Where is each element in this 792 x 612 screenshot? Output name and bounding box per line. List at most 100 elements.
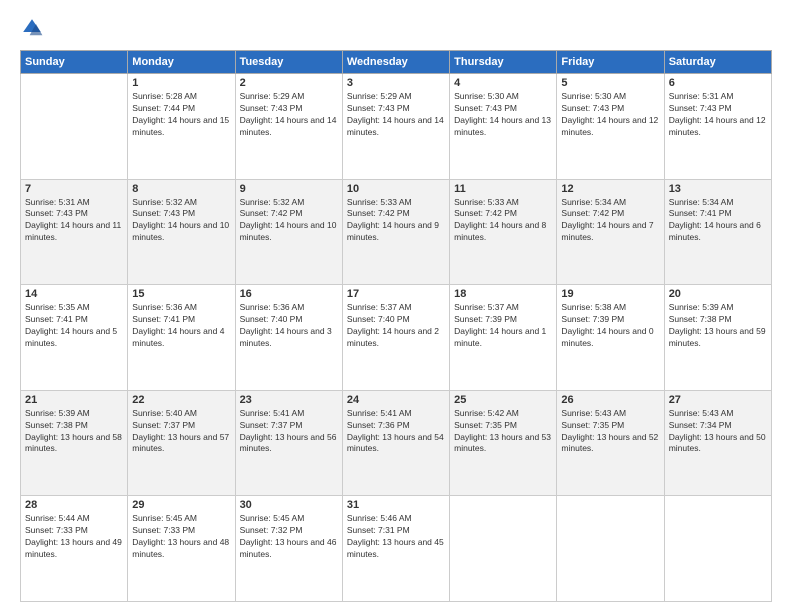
- calendar-cell: [450, 496, 557, 602]
- calendar-cell: 8Sunrise: 5:32 AMSunset: 7:43 PMDaylight…: [128, 179, 235, 285]
- week-row-5: 28 Sunrise: 5:44 AMSunset: 7:33 PMDayligh…: [21, 496, 772, 602]
- logo: [20, 16, 48, 40]
- calendar-header: SundayMondayTuesdayWednesdayThursdayFrid…: [21, 51, 772, 74]
- week-row-4: 21Sunrise: 5:39 AMSunset: 7:38 PMDayligh…: [21, 390, 772, 496]
- calendar-cell: 11 Sunrise: 5:33 AMSunset: 7:42 PMDayligh…: [450, 179, 557, 285]
- calendar-cell: 7Sunrise: 5:31 AMSunset: 7:43 PMDaylight…: [21, 179, 128, 285]
- weekday-header-monday: Monday: [128, 51, 235, 74]
- day-number: 12: [561, 183, 659, 195]
- day-info: Sunrise: 5:28 AMSunset: 7:44 PMDaylight:…: [132, 91, 230, 139]
- calendar-cell: [557, 496, 664, 602]
- day-number: 13: [669, 183, 767, 195]
- day-number: 18: [454, 288, 552, 300]
- calendar-cell: 22Sunrise: 5:40 AMSunset: 7:37 PMDayligh…: [128, 390, 235, 496]
- day-number: 28: [25, 499, 123, 511]
- day-info: Sunrise: 5:30 AMSunset: 7:43 PMDaylight:…: [561, 91, 659, 139]
- weekday-row: SundayMondayTuesdayWednesdayThursdayFrid…: [21, 51, 772, 74]
- calendar-cell: 3 Sunrise: 5:29 AMSunset: 7:43 PMDaylight…: [342, 74, 449, 180]
- weekday-header-friday: Friday: [557, 51, 664, 74]
- day-number: 5: [561, 77, 659, 89]
- day-number: 2: [240, 77, 338, 89]
- day-number: 19: [561, 288, 659, 300]
- day-number: 4: [454, 77, 552, 89]
- calendar-cell: 5 Sunrise: 5:30 AMSunset: 7:43 PMDaylight…: [557, 74, 664, 180]
- calendar-cell: 28 Sunrise: 5:44 AMSunset: 7:33 PMDayligh…: [21, 496, 128, 602]
- day-number: 10: [347, 183, 445, 195]
- day-info: Sunrise: 5:31 AMSunset: 7:43 PMDaylight:…: [25, 197, 123, 245]
- calendar-cell: 29Sunrise: 5:45 AMSunset: 7:33 PMDayligh…: [128, 496, 235, 602]
- day-number: 20: [669, 288, 767, 300]
- day-info: Sunrise: 5:32 AMSunset: 7:42 PMDaylight:…: [240, 197, 338, 245]
- calendar-cell: 20 Sunrise: 5:39 AMSunset: 7:38 PMDayligh…: [664, 285, 771, 391]
- calendar-cell: 16 Sunrise: 5:36 AMSunset: 7:40 PMDayligh…: [235, 285, 342, 391]
- day-info: Sunrise: 5:41 AMSunset: 7:37 PMDaylight:…: [240, 408, 338, 456]
- logo-icon: [20, 16, 44, 40]
- day-number: 14: [25, 288, 123, 300]
- day-info: Sunrise: 5:37 AMSunset: 7:40 PMDaylight:…: [347, 302, 445, 350]
- calendar-cell: 12Sunrise: 5:34 AMSunset: 7:42 PMDayligh…: [557, 179, 664, 285]
- day-number: 31: [347, 499, 445, 511]
- day-number: 23: [240, 394, 338, 406]
- calendar-cell: 27 Sunrise: 5:43 AMSunset: 7:34 PMDayligh…: [664, 390, 771, 496]
- day-info: Sunrise: 5:36 AMSunset: 7:41 PMDaylight:…: [132, 302, 230, 350]
- calendar-cell: 17 Sunrise: 5:37 AMSunset: 7:40 PMDayligh…: [342, 285, 449, 391]
- day-info: Sunrise: 5:37 AMSunset: 7:39 PMDaylight:…: [454, 302, 552, 350]
- calendar-cell: 24 Sunrise: 5:41 AMSunset: 7:36 PMDayligh…: [342, 390, 449, 496]
- day-info: Sunrise: 5:33 AMSunset: 7:42 PMDaylight:…: [454, 197, 552, 245]
- day-info: Sunrise: 5:44 AMSunset: 7:33 PMDaylight:…: [25, 513, 123, 561]
- calendar-cell: 4 Sunrise: 5:30 AMSunset: 7:43 PMDaylight…: [450, 74, 557, 180]
- day-number: 24: [347, 394, 445, 406]
- day-number: 6: [669, 77, 767, 89]
- calendar-cell: 9 Sunrise: 5:32 AMSunset: 7:42 PMDaylight…: [235, 179, 342, 285]
- day-info: Sunrise: 5:33 AMSunset: 7:42 PMDaylight:…: [347, 197, 445, 245]
- day-info: Sunrise: 5:34 AMSunset: 7:41 PMDaylight:…: [669, 197, 767, 245]
- day-info: Sunrise: 5:45 AMSunset: 7:33 PMDaylight:…: [132, 513, 230, 561]
- day-info: Sunrise: 5:42 AMSunset: 7:35 PMDaylight:…: [454, 408, 552, 456]
- calendar-cell: 15 Sunrise: 5:36 AMSunset: 7:41 PMDayligh…: [128, 285, 235, 391]
- page: SundayMondayTuesdayWednesdayThursdayFrid…: [0, 0, 792, 612]
- day-number: 1: [132, 77, 230, 89]
- day-info: Sunrise: 5:29 AMSunset: 7:43 PMDaylight:…: [240, 91, 338, 139]
- week-row-1: 1 Sunrise: 5:28 AMSunset: 7:44 PMDaylight…: [21, 74, 772, 180]
- weekday-header-tuesday: Tuesday: [235, 51, 342, 74]
- day-info: Sunrise: 5:43 AMSunset: 7:35 PMDaylight:…: [561, 408, 659, 456]
- day-info: Sunrise: 5:41 AMSunset: 7:36 PMDaylight:…: [347, 408, 445, 456]
- day-number: 27: [669, 394, 767, 406]
- day-number: 15: [132, 288, 230, 300]
- day-number: 9: [240, 183, 338, 195]
- day-info: Sunrise: 5:45 AMSunset: 7:32 PMDaylight:…: [240, 513, 338, 561]
- calendar-cell: 30 Sunrise: 5:45 AMSunset: 7:32 PMDayligh…: [235, 496, 342, 602]
- day-info: Sunrise: 5:30 AMSunset: 7:43 PMDaylight:…: [454, 91, 552, 139]
- header: [20, 16, 772, 40]
- calendar-cell: 26Sunrise: 5:43 AMSunset: 7:35 PMDayligh…: [557, 390, 664, 496]
- calendar-cell: 1 Sunrise: 5:28 AMSunset: 7:44 PMDaylight…: [128, 74, 235, 180]
- day-number: 25: [454, 394, 552, 406]
- calendar-table: SundayMondayTuesdayWednesdayThursdayFrid…: [20, 50, 772, 602]
- weekday-header-wednesday: Wednesday: [342, 51, 449, 74]
- weekday-header-saturday: Saturday: [664, 51, 771, 74]
- calendar-cell: 13 Sunrise: 5:34 AMSunset: 7:41 PMDayligh…: [664, 179, 771, 285]
- calendar-cell: [21, 74, 128, 180]
- day-info: Sunrise: 5:31 AMSunset: 7:43 PMDaylight:…: [669, 91, 767, 139]
- week-row-2: 7Sunrise: 5:31 AMSunset: 7:43 PMDaylight…: [21, 179, 772, 285]
- calendar-cell: 21Sunrise: 5:39 AMSunset: 7:38 PMDayligh…: [21, 390, 128, 496]
- calendar-cell: 25 Sunrise: 5:42 AMSunset: 7:35 PMDayligh…: [450, 390, 557, 496]
- day-info: Sunrise: 5:38 AMSunset: 7:39 PMDaylight:…: [561, 302, 659, 350]
- day-info: Sunrise: 5:29 AMSunset: 7:43 PMDaylight:…: [347, 91, 445, 139]
- day-number: 30: [240, 499, 338, 511]
- day-number: 3: [347, 77, 445, 89]
- day-number: 21: [25, 394, 123, 406]
- day-info: Sunrise: 5:43 AMSunset: 7:34 PMDaylight:…: [669, 408, 767, 456]
- calendar-cell: 6 Sunrise: 5:31 AMSunset: 7:43 PMDaylight…: [664, 74, 771, 180]
- day-number: 11: [454, 183, 552, 195]
- day-number: 16: [240, 288, 338, 300]
- day-info: Sunrise: 5:39 AMSunset: 7:38 PMDaylight:…: [669, 302, 767, 350]
- day-info: Sunrise: 5:36 AMSunset: 7:40 PMDaylight:…: [240, 302, 338, 350]
- calendar-cell: 23 Sunrise: 5:41 AMSunset: 7:37 PMDayligh…: [235, 390, 342, 496]
- week-row-3: 14Sunrise: 5:35 AMSunset: 7:41 PMDayligh…: [21, 285, 772, 391]
- day-number: 22: [132, 394, 230, 406]
- calendar-cell: 19 Sunrise: 5:38 AMSunset: 7:39 PMDayligh…: [557, 285, 664, 391]
- calendar-body: 1 Sunrise: 5:28 AMSunset: 7:44 PMDaylight…: [21, 74, 772, 602]
- day-number: 17: [347, 288, 445, 300]
- calendar-cell: 2 Sunrise: 5:29 AMSunset: 7:43 PMDaylight…: [235, 74, 342, 180]
